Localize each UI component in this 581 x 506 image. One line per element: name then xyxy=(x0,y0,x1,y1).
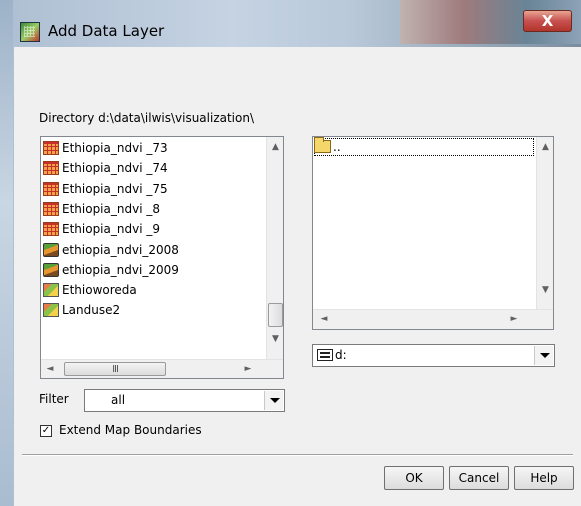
drive-select[interactable]: d: xyxy=(312,344,555,367)
directory-listbox[interactable]: .. ▲ ▼ ◄ ► xyxy=(312,136,554,330)
file-list-item[interactable]: Ethiopia_ndvi _8 xyxy=(43,200,160,218)
extend-map-boundaries-checkbox[interactable]: ✓ xyxy=(40,425,52,437)
chevron-down-icon[interactable] xyxy=(264,391,283,410)
app-icon xyxy=(20,22,40,42)
drive-value: d: xyxy=(317,348,347,362)
raster-map-icon xyxy=(43,141,59,155)
file-list-item-label: Ethiopia_ndvi _75 xyxy=(62,181,168,196)
filter-value: all xyxy=(111,393,126,407)
folder-icon xyxy=(314,137,331,153)
directory-list-vscrollbar[interactable]: ▲ ▼ xyxy=(536,137,553,309)
scroll-left-arrow-icon[interactable]: ◄ xyxy=(319,314,329,324)
file-list-hscrollbar[interactable]: ◄ III ► xyxy=(41,359,283,378)
map-list-icon xyxy=(43,262,59,277)
scroll-down-arrow-icon[interactable]: ▼ xyxy=(537,285,553,295)
raster-map-icon xyxy=(43,201,59,216)
file-list-item[interactable]: Ethiopia_ndvi _9 xyxy=(43,220,160,238)
hscroll-thumb[interactable]: III xyxy=(64,362,166,376)
ok-button[interactable]: OK xyxy=(384,466,444,490)
directory-label: Directory d:\data\ilwis\visualization\ xyxy=(39,111,255,125)
scroll-thumb[interactable] xyxy=(268,303,283,327)
scroll-right-arrow-icon[interactable]: ► xyxy=(243,364,253,374)
raster-map-icon xyxy=(43,181,59,196)
file-list-item-label: ethiopia_ndvi_2008 xyxy=(62,242,179,257)
dialog-client-area: Directory d:\data\ilwis\visualization\ E… xyxy=(14,47,581,506)
file-list-item[interactable]: Ethioworeda xyxy=(43,281,137,299)
file-list-item-label: Ethiopia_ndvi _8 xyxy=(62,201,160,216)
file-list-item[interactable]: ethiopia_ndvi_2009 xyxy=(43,261,179,279)
scroll-down-arrow-icon[interactable]: ▼ xyxy=(267,334,283,344)
file-list-item-label: Ethiopia_ndvi _73 xyxy=(62,141,168,155)
polygon-map-icon xyxy=(43,283,59,298)
file-list-item[interactable]: Landuse2 xyxy=(43,301,120,319)
file-list-item-label: Landuse2 xyxy=(62,303,121,318)
file-list-item-label: Ethiopia_ndvi _9 xyxy=(62,222,160,237)
drive-icon xyxy=(317,349,333,361)
map-list-icon xyxy=(43,242,59,257)
file-list-item-label: Ethiopia_ndvi _74 xyxy=(62,161,168,176)
file-list-item[interactable]: ethiopia_ndvi_2008 xyxy=(43,241,179,259)
close-button[interactable]: X xyxy=(523,10,572,32)
scroll-up-arrow-icon[interactable]: ▲ xyxy=(267,142,283,152)
file-list-item-label: ethiopia_ndvi_2009 xyxy=(62,262,179,277)
scroll-up-arrow-icon[interactable]: ▲ xyxy=(537,142,553,152)
scroll-right-arrow-icon[interactable]: ► xyxy=(509,314,519,324)
file-listbox[interactable]: Ethiopia_ndvi _73 Ethiopia_ndvi _74 Ethiop… xyxy=(40,136,284,379)
directory-item[interactable]: .. xyxy=(314,137,534,156)
raster-map-icon xyxy=(43,161,59,176)
file-list-item[interactable]: Ethiopia_ndvi _74 xyxy=(43,159,168,177)
file-list-item[interactable]: Ethiopia_ndvi _73 xyxy=(43,139,168,157)
file-list-item[interactable]: Ethiopia_ndvi _75 xyxy=(43,180,168,198)
scroll-left-arrow-icon[interactable]: ◄ xyxy=(45,364,55,374)
filter-select[interactable]: all xyxy=(84,389,285,412)
polygon-map-icon xyxy=(43,303,59,318)
filter-label: Filter xyxy=(39,392,69,406)
file-list-item-label: Ethioworeda xyxy=(62,283,137,298)
drive-label: d: xyxy=(335,348,347,362)
extend-map-boundaries-label: Extend Map Boundaries xyxy=(59,423,202,437)
directory-list-hscrollbar[interactable]: ◄ ► xyxy=(313,309,553,329)
window-title: Add Data Layer xyxy=(48,22,165,40)
cancel-button[interactable]: Cancel xyxy=(449,466,509,490)
divider xyxy=(22,454,573,456)
raster-map-icon xyxy=(43,222,59,237)
directory-item-label: .. xyxy=(333,140,341,154)
window-frame-left xyxy=(0,0,13,506)
grip-icon: III xyxy=(112,364,119,375)
help-button[interactable]: Help xyxy=(514,466,574,490)
file-list-vscrollbar[interactable]: ▲ ▼ xyxy=(266,137,283,359)
chevron-down-icon[interactable] xyxy=(534,346,553,365)
